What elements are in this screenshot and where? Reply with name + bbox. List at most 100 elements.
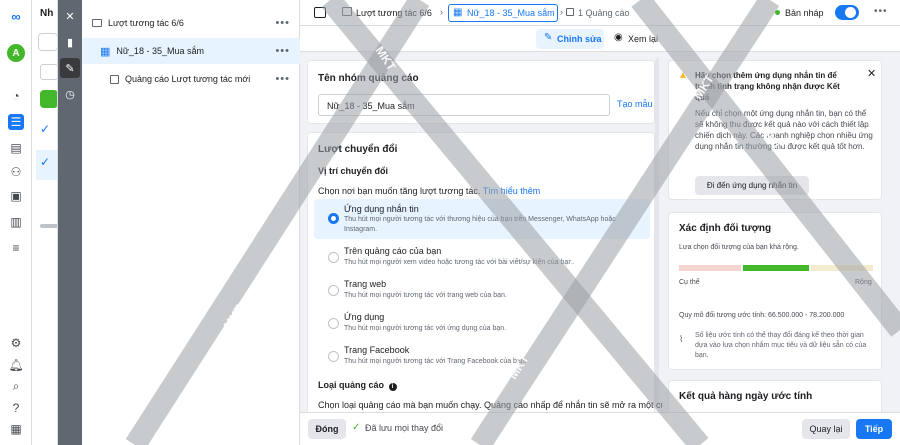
radio-button[interactable] xyxy=(328,351,339,362)
check-icon[interactable]: ✓ xyxy=(40,155,50,169)
folder-icon xyxy=(92,19,102,27)
learn-more-link[interactable]: Tìm hiểu thêm xyxy=(483,186,541,196)
create-template-link[interactable]: Tạo mẫu xyxy=(617,99,653,109)
option-title: Trên quảng cáo của bạn xyxy=(344,246,442,256)
saved-status: Đã lưu mọi thay đổi xyxy=(365,423,444,433)
option-title: Trang Facebook xyxy=(344,345,410,355)
tab-review-label: Xem lại xyxy=(628,34,659,44)
conversion-card: Lượt chuyển đổi Vị trí chuyển đổi Chọn n… xyxy=(307,132,662,412)
ad-icon xyxy=(110,74,119,84)
more-options-icon[interactable]: ••• xyxy=(275,73,290,85)
tab-review[interactable]: ◉ Xem lại xyxy=(612,29,662,49)
chart-icon[interactable]: ▮ xyxy=(60,32,80,52)
menu-icon[interactable]: ≡ xyxy=(8,240,24,256)
adset-grid-icon: ▦ xyxy=(100,45,111,58)
help-icon[interactable]: ? xyxy=(8,400,24,416)
radio-button[interactable] xyxy=(328,318,339,329)
folder-icon xyxy=(342,7,352,16)
right-column: ▲ Hãy chọn thêm ứng dụng nhắn tin để trá… xyxy=(662,52,900,412)
search-icon[interactable]: ⌕ xyxy=(8,378,24,394)
tree-item-ad[interactable]: Quảng cáo Lượt tương tác mới ••• xyxy=(82,66,300,92)
ad-icon xyxy=(566,8,574,16)
option-desc: Thu hút mọi người tương tác với thương h… xyxy=(344,216,616,233)
check-icon: ✓ xyxy=(352,422,361,433)
breadcrumb-campaign[interactable]: Lượt tương tác 6/6 xyxy=(356,8,432,18)
tree-adset-label: Nữ_18 - 35_Mua sắm xyxy=(116,46,204,56)
audience-meter xyxy=(679,265,873,271)
audience-note: Số liệu ước tính có thể thay đổi đáng kể… xyxy=(695,332,867,359)
editor-footer: Đóng ✓ Đã lưu mọi thay đổi Quay lại Tiếp xyxy=(300,412,900,445)
meter-level-segment xyxy=(743,265,809,271)
breadcrumb-adset-label: Nữ_18 - 35_Mua sắm xyxy=(467,8,555,18)
audience-size: Quy mô đối tượng ước tính: 66.500.000 - … xyxy=(679,312,845,319)
collapsed-side-panel: Nh ✓ ✓ xyxy=(32,0,58,445)
media-icon[interactable]: ▣ xyxy=(8,188,24,204)
tree-campaign-label: Lượt tương tác 6/6 xyxy=(108,18,184,28)
close-button[interactable]: Đóng xyxy=(308,419,346,439)
settings-icon[interactable]: ⚙ xyxy=(8,335,24,351)
next-button[interactable]: Tiếp xyxy=(856,419,892,439)
toolbar-button-fragment[interactable] xyxy=(40,64,57,80)
more-options-icon[interactable]: ••• xyxy=(874,6,888,17)
toggle-panel-icon[interactable] xyxy=(314,7,326,18)
go-to-messaging-button[interactable]: Đi đến ứng dụng nhắn tin xyxy=(695,176,809,195)
adset-name-input[interactable]: Nữ_18 - 35_Mua sắm xyxy=(318,94,610,116)
meter-specific-label: Cụ thể xyxy=(679,279,700,286)
dashboard-icon[interactable]: ◔ xyxy=(8,88,24,104)
notifications-icon[interactable]: 🔔︎ xyxy=(8,357,24,373)
more-options-icon[interactable]: ••• xyxy=(275,17,290,29)
scrollbar-fragment[interactable] xyxy=(40,224,57,228)
close-icon[interactable]: ✕ xyxy=(60,6,80,26)
radio-button[interactable] xyxy=(328,213,339,224)
radio-button[interactable] xyxy=(328,252,339,263)
close-icon[interactable]: ✕ xyxy=(867,67,876,80)
tree-item-adset[interactable]: ▦ Nữ_18 - 35_Mua sắm ••• xyxy=(82,38,300,64)
conversion-location-label: Vị trí chuyển đổi xyxy=(318,166,389,176)
conversion-location-help: Chọn nơi bạn muốn tăng lượt tương tác. T… xyxy=(318,186,540,196)
main-content: Tên nhóm quảng cáo Nữ_18 - 35_Mua sắm Tạ… xyxy=(300,52,662,412)
check-icon[interactable]: ✓ xyxy=(40,122,50,136)
toggle-knob xyxy=(845,7,856,18)
option-title: Ứng dụng nhắn tin xyxy=(344,204,419,214)
option-desc: Thu hút mọi người tương tác với ứng dụng… xyxy=(344,325,507,332)
tab-edit[interactable]: ✎ Chỉnh sửa xyxy=(536,29,604,49)
daily-results-heading: Kết quả hàng ngày ước tính xyxy=(679,391,813,402)
billing-icon[interactable]: ▥ xyxy=(8,214,24,230)
create-button-fragment[interactable] xyxy=(40,90,57,108)
tab-edit-label: Chỉnh sửa xyxy=(557,34,602,44)
report-icon[interactable]: ▦ xyxy=(8,421,24,437)
nav-rail: ∞ A ◔ ☰ ▤ ⚇ ▣ ▥ ≡ ⚙ 🔔︎ ⌕ ? ▦ xyxy=(0,0,32,445)
audience-heading: Xác định đối tượng xyxy=(679,223,772,234)
history-clock-icon[interactable]: ◷ xyxy=(60,84,80,104)
adset-grid-icon: ▦ xyxy=(453,7,463,18)
option-desc: Thu hút mọi người xem video hoặc tương t… xyxy=(344,259,575,266)
ad-type-label: Loại quảng cáo i xyxy=(318,380,397,391)
campaigns-table-icon[interactable]: ☰ xyxy=(8,114,24,130)
main-scrollbar[interactable] xyxy=(655,58,659,403)
panel-title-fragment: Nh xyxy=(40,8,54,19)
tree-ad-label: Quảng cáo Lượt tương tác mới xyxy=(125,74,251,84)
search-box-fragment[interactable] xyxy=(38,33,57,51)
editor-header: Lượt tương tác 6/6 › ▦ Nữ_18 - 35_Mua sắ… xyxy=(300,0,900,26)
breadcrumb-adset[interactable]: ▦ Nữ_18 - 35_Mua sắm xyxy=(448,4,558,22)
radio-button[interactable] xyxy=(328,285,339,296)
warning-title: Hãy chọn thêm ứng dụng nhắn tin để tránh… xyxy=(695,71,840,102)
meter-broad-label: Rộng xyxy=(855,279,872,286)
meter-specific-segment xyxy=(679,265,741,271)
back-button[interactable]: Quay lại xyxy=(802,419,850,439)
tree-item-campaign[interactable]: Lượt tương tác 6/6 ••• xyxy=(82,10,300,36)
edit-pencil-icon: ✎ xyxy=(544,32,553,43)
avatar[interactable]: A xyxy=(7,44,25,62)
meta-logo-icon[interactable]: ∞ xyxy=(8,8,24,24)
daily-results-card: Kết quả hàng ngày ước tính xyxy=(668,380,882,412)
breadcrumb-ad[interactable]: 1 Quảng cáo xyxy=(578,8,630,18)
info-icon[interactable]: i xyxy=(388,383,397,391)
campaign-tree: Lượt tương tác 6/6 ••• ▦ Nữ_18 - 35_Mua … xyxy=(82,0,300,445)
edit-pencil-icon[interactable]: ✎ xyxy=(60,58,80,78)
pages-icon[interactable]: ▤ xyxy=(8,140,24,156)
option-title: Ứng dụng xyxy=(344,312,385,322)
publish-toggle[interactable] xyxy=(835,5,859,20)
audiences-icon[interactable]: ⚇ xyxy=(8,164,24,180)
audience-subtitle: Lựa chọn đối tượng của bạn khá rộng. xyxy=(679,244,799,251)
more-options-icon[interactable]: ••• xyxy=(275,45,290,57)
